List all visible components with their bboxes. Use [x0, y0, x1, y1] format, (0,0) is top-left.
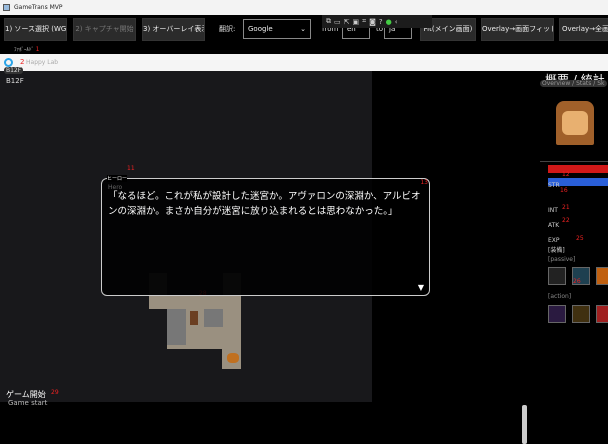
- equip-label: [装備]: [548, 247, 565, 254]
- engine-value: Google: [248, 25, 273, 33]
- engine-select[interactable]: Google ⌄: [243, 19, 311, 39]
- help-icon[interactable]: ?: [379, 18, 383, 26]
- source-select-button[interactable]: 1) ソース選択 (WGC): [4, 18, 67, 41]
- stat-index: 16: [560, 187, 568, 194]
- action-hammer-icon[interactable]: [596, 305, 608, 323]
- overlay-fit-button[interactable]: Overlay→画面フィット: [481, 18, 554, 41]
- overlay-show-button[interactable]: 3) オーバーレイ表示: [142, 18, 205, 41]
- status-panel: 概要 / 統計 / Overview / Stats / Sk 12 STR 1…: [540, 71, 608, 411]
- hero-portrait: [556, 101, 594, 145]
- dialog-index-a: 11: [127, 165, 135, 172]
- collapse-icon[interactable]: ‹: [395, 18, 398, 26]
- divider: [540, 161, 608, 162]
- source-url-bar: 2 Happy Lab: [0, 54, 608, 71]
- stat-int: INT: [548, 207, 558, 214]
- title-bar: GameTrans MVP: [0, 0, 608, 15]
- capture-floating-toolbar: ⧉ ▭ ⇱ ▣ ⌗ ◙ ? ● ‹: [322, 15, 432, 28]
- check-icon[interactable]: ●: [386, 18, 392, 26]
- dialog-box: 11 13 ヒーロー Hero 「なるほど。これが私が設計した迷宮か。アヴァロン…: [101, 165, 430, 296]
- player-sprite: [190, 311, 198, 325]
- stat-index: 21: [562, 204, 570, 211]
- stat-index: 22: [562, 217, 570, 224]
- exp-label: EXP: [548, 237, 560, 244]
- window-icon[interactable]: ▭: [334, 18, 341, 26]
- source-label: ﾌｧﾎﾞｰﾙﾄﾞ 1: [14, 46, 40, 53]
- treasure-pot: [227, 353, 239, 363]
- action-staff-icon[interactable]: [548, 305, 566, 323]
- skill-sword-icon[interactable]: [548, 267, 566, 285]
- passive-label: [passive]: [548, 256, 576, 263]
- dialog-index-b: 13: [420, 179, 428, 186]
- hp-bar: [548, 165, 608, 173]
- floor-label: B12F: [6, 77, 24, 85]
- overlay-fullscreen-button[interactable]: Overlay→全画面: [559, 18, 608, 41]
- skill-orb-icon[interactable]: 26: [572, 267, 590, 285]
- dialog-text: 「なるほど。これが私が設計した迷宮か。アヴァロンの深淵か、アルビオンの深淵か。ま…: [108, 191, 421, 217]
- log-en: Game start: [8, 399, 48, 407]
- copy-icon[interactable]: ⧉: [326, 17, 331, 26]
- source-app-icon: [4, 58, 13, 67]
- window-title: GameTrans MVP: [14, 4, 63, 11]
- action-triangle-icon[interactable]: [572, 305, 590, 323]
- skill-fire-icon[interactable]: [596, 267, 608, 285]
- cursor-icon[interactable]: ⇱: [344, 18, 350, 26]
- panel-tabs[interactable]: Overview / Stats / Sk: [540, 80, 607, 87]
- exp-index: 25: [576, 235, 584, 242]
- scrollbar[interactable]: [522, 405, 527, 444]
- hp-index: 12: [562, 171, 570, 178]
- log-index: 29: [51, 389, 59, 396]
- toolbar: 1) ソース選択 (WGC) 2) キャプチャ開始 3) オーバーレイ表示 翻訳…: [0, 15, 608, 47]
- camera-icon[interactable]: ◙: [369, 18, 376, 26]
- next-arrow-icon[interactable]: ▼: [418, 283, 424, 292]
- region-icon[interactable]: ▣: [353, 18, 360, 26]
- action-label: [action]: [548, 293, 572, 300]
- source-url-text: Happy Lab: [26, 59, 59, 66]
- stat-atk: ATK: [548, 222, 560, 229]
- app-icon: [3, 4, 10, 11]
- crop-icon[interactable]: ⌗: [362, 17, 366, 26]
- stat-str: STR: [548, 182, 560, 189]
- capture-start-button[interactable]: 2) キャプチャ開始: [73, 18, 136, 41]
- translate-label: 翻訳:: [219, 25, 236, 33]
- floor-badge: B12F: [4, 67, 24, 74]
- speaker-name: ヒーロー: [107, 175, 128, 182]
- chevron-down-icon: ⌄: [300, 25, 306, 33]
